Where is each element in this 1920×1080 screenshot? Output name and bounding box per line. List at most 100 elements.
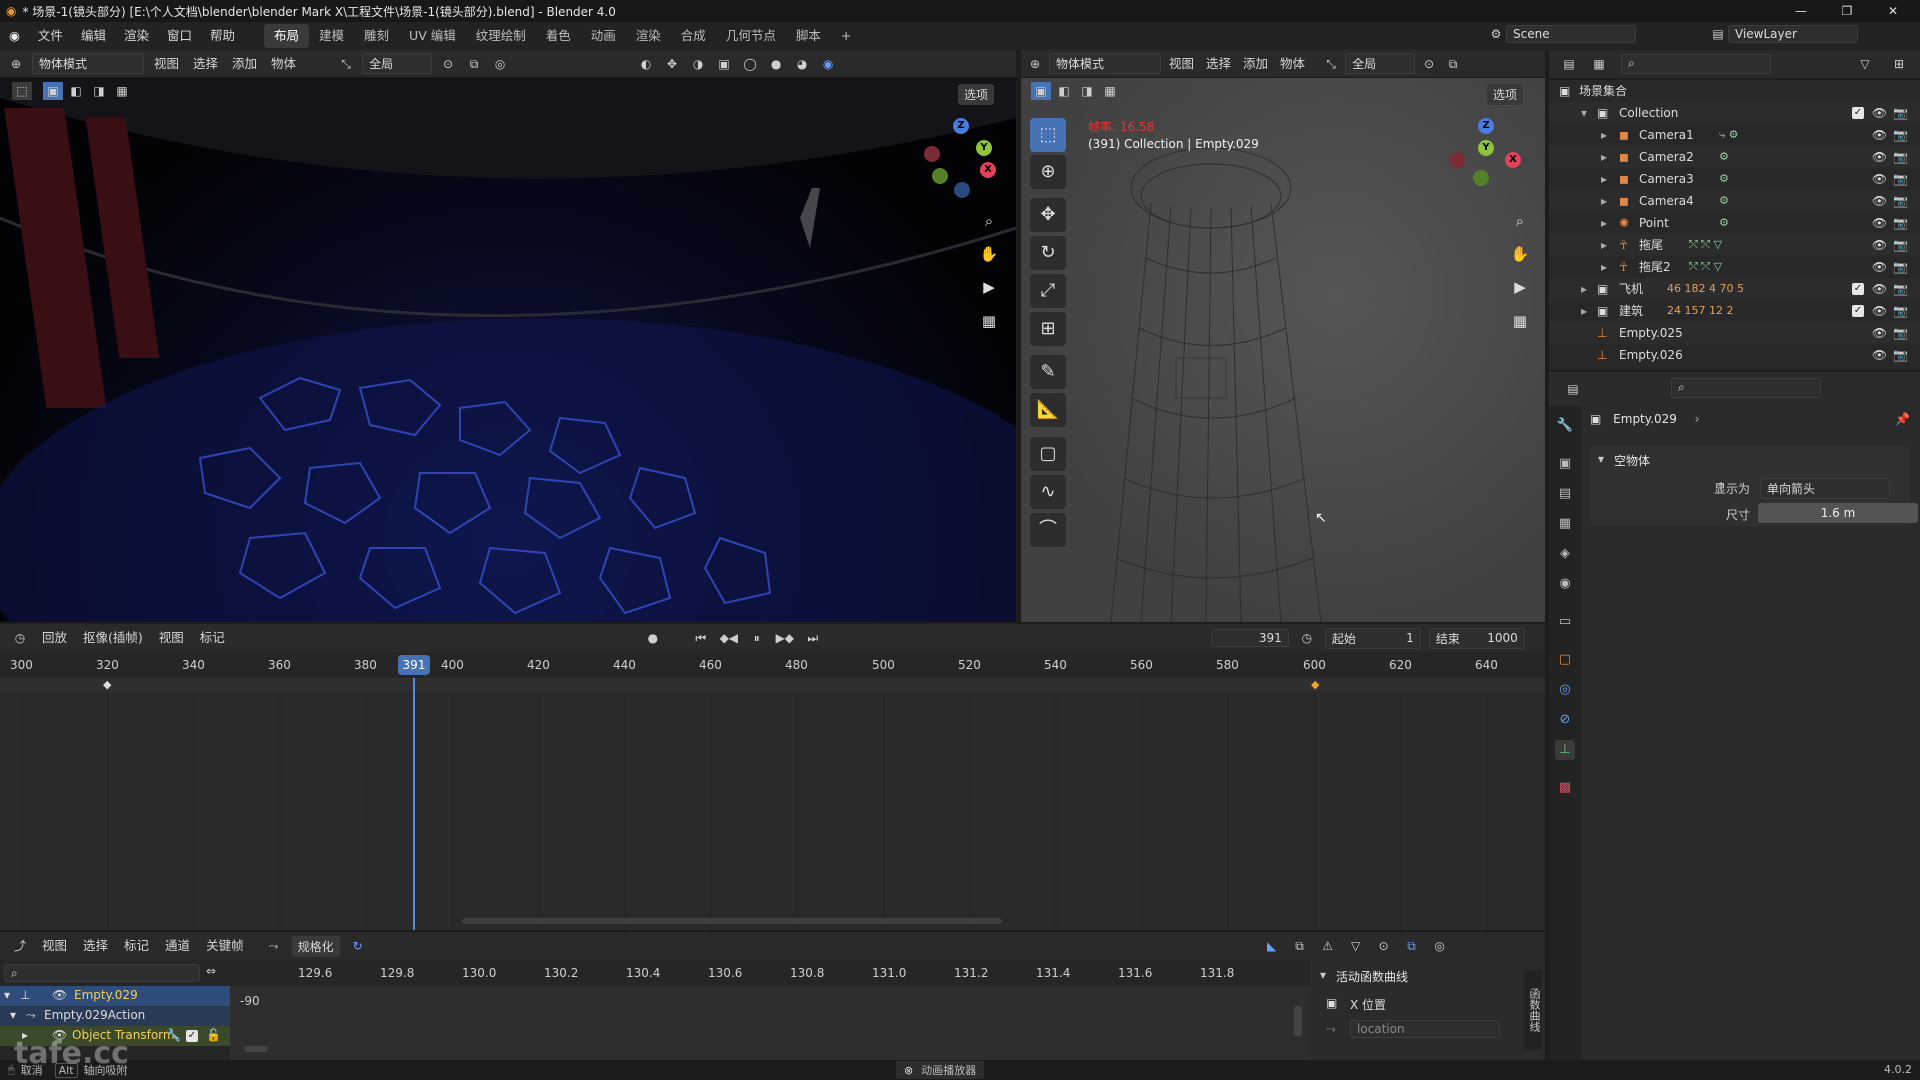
outliner-search-input[interactable]: ⌕ bbox=[1621, 54, 1771, 74]
outliner-row-empty026[interactable]: ⊥ Empty.026 👁📷 bbox=[1549, 344, 1920, 366]
timeline-ruler[interactable]: 300 320 340 360 380 400 420 440 460 480 … bbox=[0, 652, 1545, 678]
right-transform-dropdown[interactable]: 全局 bbox=[1345, 53, 1416, 74]
gizmo-y-axis[interactable]: Y bbox=[976, 140, 992, 156]
outliner-row-building[interactable]: ▸ ▣ 建筑 24 157 12 2 ✓ 👁📷 bbox=[1549, 300, 1920, 322]
right-navigation-gizmo[interactable]: Z Y X bbox=[1445, 118, 1525, 198]
bend-tool-icon[interactable]: ⌒ bbox=[1030, 513, 1066, 547]
graph-menu-marker[interactable]: 标记 bbox=[120, 936, 153, 956]
exclude-checkbox[interactable]: ✓ bbox=[1852, 107, 1864, 119]
object-tab-icon[interactable]: ▢ bbox=[1555, 650, 1575, 670]
left-transform-dropdown[interactable]: 全局 bbox=[362, 53, 433, 74]
jump-prev-keyframe-icon[interactable]: ◆◀ bbox=[719, 629, 739, 647]
end-frame-field[interactable]: 结束 1000 bbox=[1428, 627, 1525, 649]
left-menu-object[interactable]: 物体 bbox=[267, 54, 300, 74]
expand-arrow-icon[interactable]: ▸ bbox=[1601, 124, 1607, 146]
left-options-button[interactable]: 选项 bbox=[958, 84, 995, 105]
physics-tab-icon[interactable]: ◎ bbox=[1555, 680, 1575, 700]
tab-compositing[interactable]: 合成 bbox=[671, 24, 716, 48]
zoom-icon[interactable]: ⌕ bbox=[976, 208, 1002, 234]
gizmo-z-axis[interactable]: Z bbox=[953, 118, 969, 134]
tab-shading[interactable]: 着色 bbox=[536, 24, 581, 48]
lock-icon[interactable]: 🔓 bbox=[206, 1028, 221, 1042]
auto-normalize-icon[interactable]: ↻ bbox=[348, 937, 368, 955]
right-menu-view[interactable]: 视图 bbox=[1165, 54, 1198, 74]
tab-scripting[interactable]: 脚本 bbox=[786, 24, 831, 48]
eye-icon[interactable]: 👁 bbox=[52, 988, 67, 1002]
outliner-row-camera1[interactable]: ▸ ◼ Camera1 ⤷ ⚙ 👁📷 bbox=[1549, 124, 1920, 146]
outliner-row-aircraft[interactable]: ▸ ▣ 飞机 46 182 4 70 5 ✓ 👁📷 bbox=[1549, 278, 1920, 300]
material-shading-icon[interactable]: ◕ bbox=[792, 55, 812, 73]
transform-tool-icon[interactable]: ⊞ bbox=[1030, 312, 1066, 346]
graph-menu-key[interactable]: 关键帧 bbox=[202, 936, 248, 956]
jump-next-keyframe-icon[interactable]: ▶◆ bbox=[775, 629, 795, 647]
panel-collapse-icon[interactable]: ▾ bbox=[1598, 452, 1604, 466]
animation-player-indicator[interactable]: ⊗ 动画播放器 bbox=[896, 1061, 985, 1079]
expand-arrow-icon[interactable]: ▸ bbox=[1601, 146, 1607, 168]
tab-sculpting[interactable]: 雕刻 bbox=[354, 24, 399, 48]
right-gizmo-x-axis[interactable]: X bbox=[1505, 152, 1521, 168]
graph-ruler[interactable]: 129.6 129.8 130.0 130.2 130.4 130.6 130.… bbox=[230, 960, 1310, 986]
visibility-render-icons[interactable]: 👁📷 bbox=[1872, 102, 1914, 124]
close-button[interactable]: ✕ bbox=[1870, 0, 1916, 22]
cancel-circle-icon[interactable]: ⊗ bbox=[904, 1064, 913, 1077]
tab-uv-editing[interactable]: UV 编辑 bbox=[399, 24, 466, 48]
outliner-row-trail[interactable]: ▸ ☥ 拖尾 ⤲ ⤲ ▽ 👁📷 bbox=[1549, 234, 1920, 256]
overlay-icon[interactable]: ◑ bbox=[688, 55, 708, 73]
right-snap-icon[interactable]: ⧉ bbox=[1443, 55, 1463, 73]
pivot-icon[interactable]: ⊙ bbox=[438, 55, 458, 73]
snap-icon[interactable]: ⧉ bbox=[464, 55, 484, 73]
visibility-render-icons[interactable]: 👁📷 bbox=[1872, 212, 1914, 234]
outliner-display-mode-icon[interactable]: ▦ bbox=[1589, 55, 1609, 73]
select-intersect-icon[interactable]: ▦ bbox=[112, 82, 132, 100]
right-gizmo-y-axis[interactable]: Y bbox=[1478, 140, 1494, 156]
channel-checkbox[interactable]: ✓ bbox=[186, 1030, 198, 1042]
normalize-toggle[interactable]: 规格化 bbox=[291, 935, 340, 957]
right-menu-select[interactable]: 选择 bbox=[1202, 54, 1235, 74]
outliner-row-camera4[interactable]: ▸ ◼ Camera4 ⚙ 👁📷 bbox=[1549, 190, 1920, 212]
annotate-tool-icon[interactable]: ✎ bbox=[1030, 355, 1066, 389]
properties-search-input[interactable]: ⌕ bbox=[1671, 378, 1821, 398]
visibility-render-icons[interactable]: 👁📷 bbox=[1872, 124, 1914, 146]
visibility-render-icons[interactable]: 👁📷 bbox=[1872, 300, 1914, 322]
menu-window[interactable]: 窗口 bbox=[158, 22, 201, 50]
maximize-button[interactable]: ❐ bbox=[1824, 0, 1870, 22]
camera-view-icon[interactable]: ▶ bbox=[976, 274, 1002, 300]
blender-menu-icon[interactable]: ◉ bbox=[0, 22, 29, 50]
channel-row-action[interactable]: ▾ ⤳ Empty.029Action bbox=[0, 1006, 230, 1026]
right-select-subtract-icon[interactable]: ◨ bbox=[1077, 82, 1097, 100]
scale-tool-icon[interactable]: ⤢ bbox=[1030, 274, 1066, 308]
pivot-point-icon[interactable]: ⊙ bbox=[1374, 937, 1394, 955]
right-select-intersect-icon[interactable]: ▦ bbox=[1100, 82, 1120, 100]
right-pan-hand-icon[interactable]: ✋ bbox=[1507, 241, 1533, 267]
swap-arrows-icon[interactable]: ⇔ bbox=[206, 964, 216, 978]
solid-shading-icon[interactable]: ● bbox=[766, 55, 786, 73]
right-select-extend-icon[interactable]: ◧ bbox=[1054, 82, 1074, 100]
timeline-keyframe-area[interactable]: ◆ ◆ bbox=[0, 678, 1545, 930]
expand-arrow-icon[interactable]: ▸ bbox=[1601, 256, 1607, 278]
visibility-render-icons[interactable]: 👁📷 bbox=[1872, 344, 1914, 366]
timeline-menu-view[interactable]: 视图 bbox=[155, 628, 188, 648]
graph-v-scrollbar[interactable] bbox=[1294, 1006, 1302, 1036]
playhead-frame-label[interactable]: 391 bbox=[398, 655, 430, 675]
right-mode-dropdown[interactable]: 物体模式 bbox=[1049, 53, 1161, 74]
outliner-row-empty025[interactable]: ⊥ Empty.025 👁📷 bbox=[1549, 322, 1920, 344]
rotate-tool-icon[interactable]: ↻ bbox=[1030, 236, 1066, 270]
render-tab-icon[interactable]: ▣ bbox=[1555, 454, 1575, 474]
outliner-row-camera2[interactable]: ▸ ◼ Camera2 ⚙ 👁📷 bbox=[1549, 146, 1920, 168]
right-gizmo-neg-x-axis[interactable] bbox=[1449, 152, 1465, 168]
play-pause-icon[interactable]: ⏸ bbox=[747, 629, 767, 647]
add-cube-tool-icon[interactable]: ▢ bbox=[1030, 437, 1066, 471]
move-tool-icon[interactable]: ✥ bbox=[1030, 198, 1066, 232]
outliner-editor-icon[interactable]: ▤ bbox=[1559, 55, 1579, 73]
rendered-shading-icon[interactable]: ◉ bbox=[818, 55, 838, 73]
pin-icon[interactable]: 📌 bbox=[1895, 412, 1910, 426]
graph-menu-view[interactable]: 视图 bbox=[38, 936, 71, 956]
channel-expand-icon[interactable]: ▾ bbox=[4, 988, 10, 1002]
output-tab-icon[interactable]: ▤ bbox=[1555, 484, 1575, 504]
right-gizmo-neg-y-axis[interactable] bbox=[1473, 170, 1489, 186]
normalize-icon[interactable]: ⤳ bbox=[264, 937, 284, 955]
right-zoom-icon[interactable]: ⌕ bbox=[1507, 208, 1533, 234]
add-workspace-button[interactable]: + bbox=[831, 24, 861, 48]
outliner-row-camera3[interactable]: ▸ ◼ Camera3 ⚙ 👁📷 bbox=[1549, 168, 1920, 190]
gizmo-x-axis[interactable]: X bbox=[980, 162, 996, 178]
